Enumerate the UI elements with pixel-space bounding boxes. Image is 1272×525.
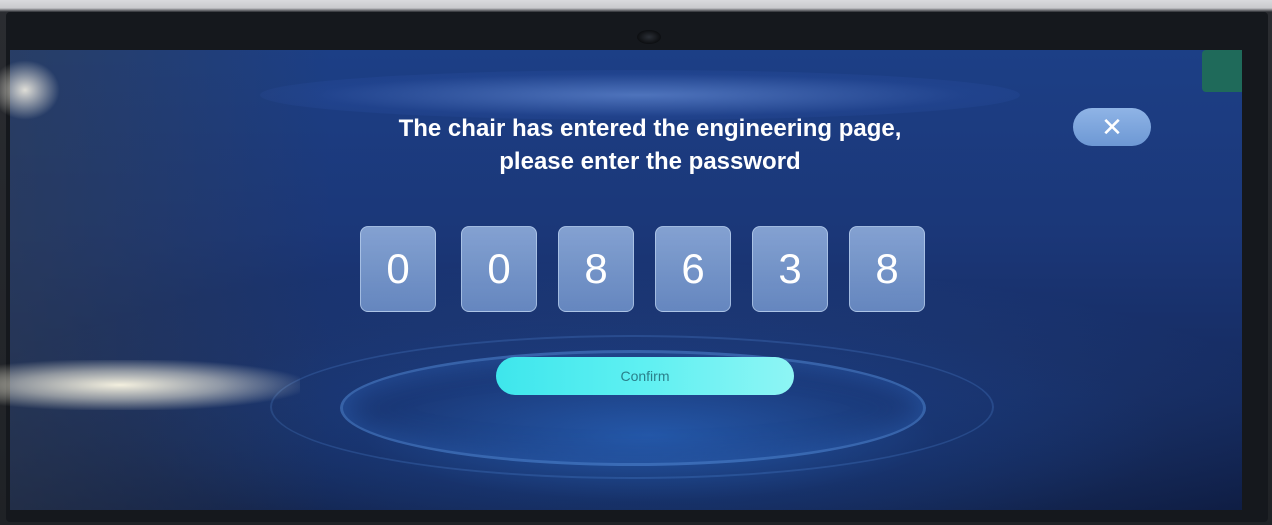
prompt-line-1: The chair has entered the engineering pa… <box>398 115 902 142</box>
prompt-line-2: please enter the password <box>499 148 801 175</box>
password-digit-5[interactable]: 3 <box>752 226 828 312</box>
confirm-button[interactable]: Confirm <box>496 357 794 395</box>
password-digit-4[interactable]: 6 <box>655 226 731 312</box>
engineering-password-screen: The chair has entered the engineering pa… <box>10 50 1242 510</box>
light-glare-bottom <box>0 360 300 410</box>
light-glare-top <box>0 60 60 120</box>
close-button[interactable]: ✕ <box>1073 108 1151 146</box>
confirm-button-label: Confirm <box>620 368 670 384</box>
close-icon: ✕ <box>1101 111 1123 142</box>
password-digit-row: 0 0 8 6 3 8 <box>360 226 940 312</box>
photo-frame: The chair has entered the engineering pa… <box>0 0 1272 525</box>
password-digit-6[interactable]: 8 <box>849 226 925 312</box>
side-tab <box>1202 50 1242 92</box>
password-prompt: The chair has entered the engineering pa… <box>350 112 950 178</box>
password-digit-3[interactable]: 8 <box>558 226 634 312</box>
password-digit-1[interactable]: 0 <box>360 226 436 312</box>
password-digit-2[interactable]: 0 <box>461 226 537 312</box>
camera-icon <box>637 30 661 44</box>
